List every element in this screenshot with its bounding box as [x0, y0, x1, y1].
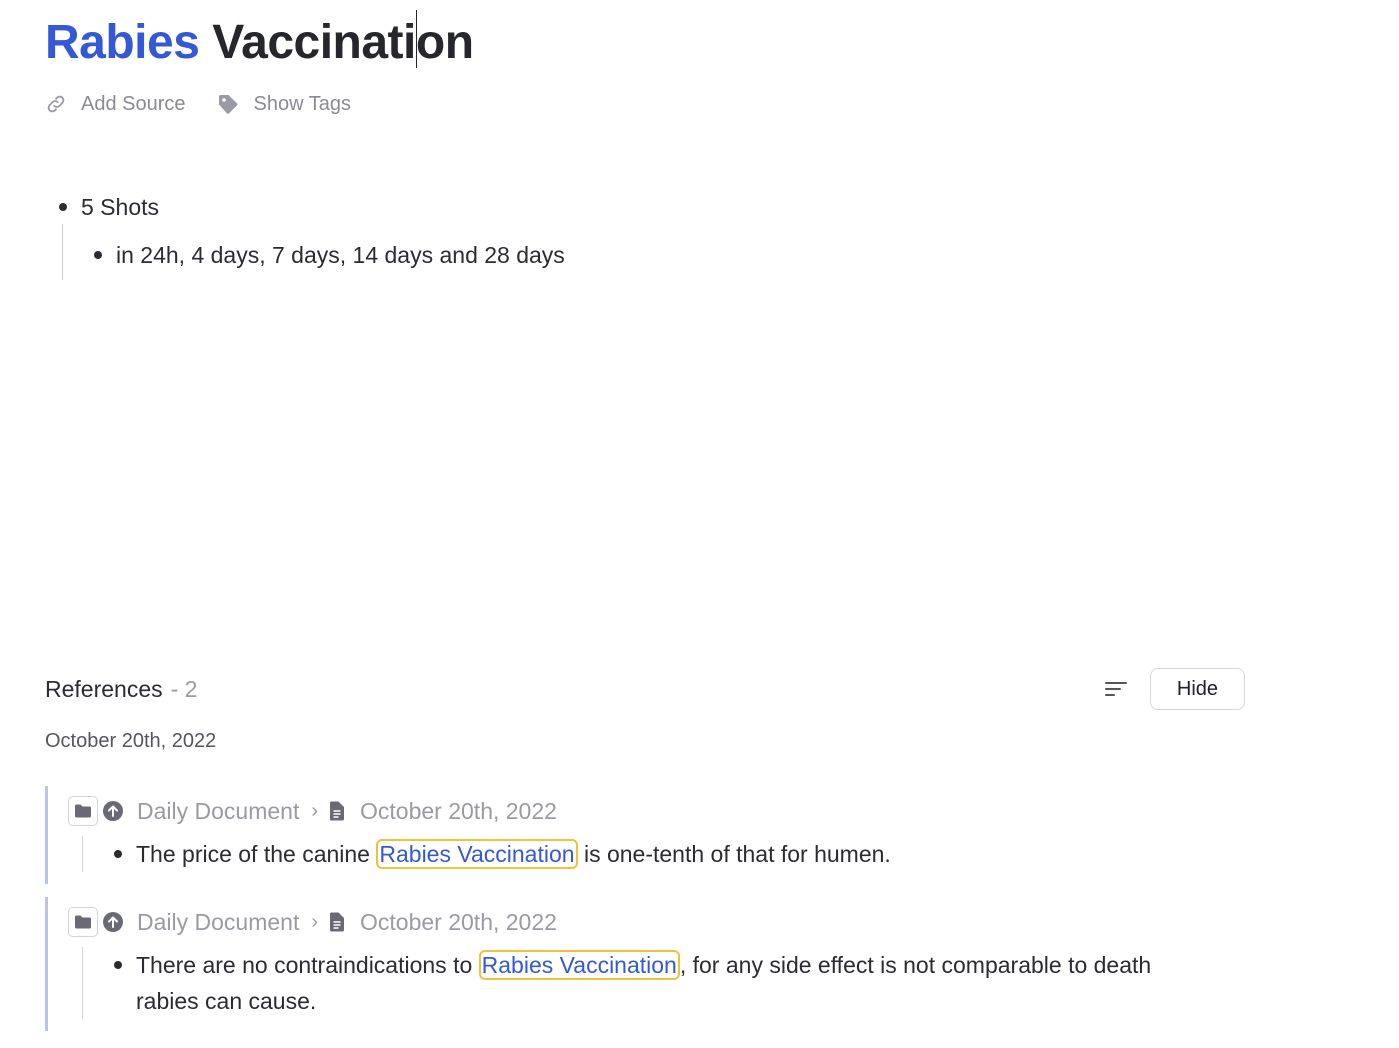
breadcrumb-parent[interactable]: Daily Document [137, 909, 299, 936]
list-item[interactable]: 5 Shots [45, 190, 565, 224]
page-title-text[interactable]: Vaccination [212, 10, 474, 69]
references-title: References [45, 675, 163, 702]
breadcrumb-page[interactable]: October 20th, 2022 [360, 909, 557, 936]
bullet-text[interactable]: in 24h, 4 days, 7 days, 14 days and 28 d… [116, 242, 565, 269]
breadcrumb-page[interactable]: October 20th, 2022 [360, 798, 557, 825]
document-icon [329, 912, 345, 932]
add-source-button[interactable]: Add Source [45, 93, 186, 116]
add-source-label: Add Source [81, 92, 186, 115]
folder-icon[interactable] [68, 796, 98, 826]
list-item[interactable]: There are no contraindications to Rabies… [114, 947, 1245, 1019]
arrow-up-circle-icon[interactable] [102, 911, 124, 933]
breadcrumb-separator: › [311, 910, 319, 933]
reference-link[interactable]: Rabies Vaccination [478, 950, 680, 980]
references-header: References - 2 Hide [45, 668, 1245, 710]
reference-text[interactable]: The price of the canine [136, 841, 376, 867]
arrow-up-circle-icon[interactable] [102, 800, 124, 822]
show-tags-label: Show Tags [253, 92, 351, 115]
nested-list: in 24h, 4 days, 7 days, 14 days and 28 d… [62, 224, 565, 280]
reference-text[interactable]: is one-tenth of that for humen. [578, 841, 891, 867]
bullet-dot[interactable] [114, 961, 122, 969]
reference-body: There are no contraindications to Rabies… [82, 947, 1245, 1019]
reference-date-group: October 20th, 2022 [45, 730, 217, 752]
show-tags-button[interactable]: Show Tags [216, 92, 351, 116]
reference-link[interactable]: Rabies Vaccination [376, 839, 578, 869]
reference-item: Daily Document › October 20th, 2022 Ther… [45, 897, 1245, 1031]
bullet-text[interactable]: 5 Shots [81, 194, 159, 221]
breadcrumb-parent[interactable]: Daily Document [137, 798, 299, 825]
page-meta-row: Add Source Show Tags [45, 92, 351, 116]
bullet-dot[interactable] [59, 203, 67, 211]
page-title[interactable]: Rabies Vaccination [45, 10, 474, 73]
list-item[interactable]: The price of the canine Rabies Vaccinati… [114, 836, 1245, 872]
tag-icon [216, 92, 240, 116]
reference-text[interactable]: There are no contraindications to [136, 952, 479, 978]
reference-item: Daily Document › October 20th, 2022 The … [45, 786, 1245, 884]
breadcrumb-separator: › [311, 799, 319, 822]
reference-body: The price of the canine Rabies Vaccinati… [82, 836, 1245, 872]
sort-icon[interactable] [1104, 679, 1128, 699]
bullet-dot[interactable] [114, 850, 122, 858]
folder-icon[interactable] [68, 907, 98, 937]
page-title-link[interactable]: Rabies [45, 16, 200, 69]
document-icon [329, 801, 345, 821]
hide-references-button[interactable]: Hide [1150, 668, 1245, 710]
references-count: - 2 [170, 675, 198, 702]
bullet-dot[interactable] [94, 251, 102, 259]
breadcrumb: Daily Document › October 20th, 2022 [68, 897, 1245, 947]
page-content: 5 Shots in 24h, 4 days, 7 days, 14 days … [45, 190, 565, 280]
link-icon [45, 93, 67, 115]
breadcrumb: Daily Document › October 20th, 2022 [68, 786, 1245, 836]
list-item[interactable]: in 24h, 4 days, 7 days, 14 days and 28 d… [94, 238, 565, 272]
